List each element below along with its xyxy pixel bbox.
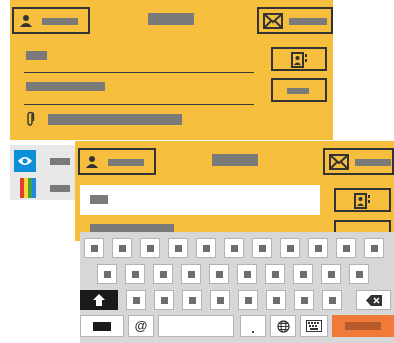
row1-key-4[interactable]: [168, 238, 188, 258]
eye-icon: [18, 157, 32, 165]
attachment-redacted[interactable]: [48, 114, 182, 125]
row1-key-10[interactable]: [336, 238, 356, 258]
globe-key[interactable]: [270, 315, 296, 337]
space-key[interactable]: [158, 315, 234, 337]
row3-key-2[interactable]: [154, 290, 174, 310]
row3-key-7[interactable]: [294, 290, 314, 310]
layout-key[interactable]: [80, 315, 124, 337]
front-title-redacted: [212, 154, 258, 166]
row2-key-1[interactable]: [97, 264, 117, 284]
row1-key-5[interactable]: [196, 238, 216, 258]
row3-key-3[interactable]: [182, 290, 202, 310]
row2-key-8[interactable]: [293, 264, 313, 284]
front-contacts-button[interactable]: [334, 188, 391, 212]
front-from-button[interactable]: [78, 148, 156, 175]
title-redacted: [148, 13, 194, 25]
app-label-redacted: [50, 158, 70, 165]
keyboard-hide-key[interactable]: [300, 315, 328, 337]
enter-key[interactable]: [332, 315, 394, 337]
row2-key-3[interactable]: [153, 264, 173, 284]
keyboard-icon: [306, 320, 322, 332]
row1-key-11[interactable]: [364, 238, 384, 258]
row2-key-6[interactable]: [237, 264, 257, 284]
backspace-icon: [366, 295, 382, 306]
cc-button-label-redacted: [287, 88, 309, 94]
cc-field-redacted[interactable]: [26, 82, 105, 91]
row2-key-9[interactable]: [321, 264, 341, 284]
palette-icon: [20, 178, 36, 198]
contact-book-icon: [354, 193, 370, 209]
row3-key-8[interactable]: [322, 290, 342, 310]
row1-key-8[interactable]: [280, 238, 300, 258]
app-label-redacted-2: [50, 185, 70, 192]
front-send-label-redacted: [355, 159, 391, 166]
to-input-text-redacted: [90, 195, 108, 204]
row1-key-2[interactable]: [112, 238, 132, 258]
send-button[interactable]: [257, 7, 333, 34]
contact-book-icon: [291, 52, 307, 68]
row2-key-10[interactable]: [349, 264, 369, 284]
backspace-key[interactable]: [356, 290, 391, 310]
app-item-palette[interactable]: [20, 178, 36, 198]
row2-key-2[interactable]: [125, 264, 145, 284]
shift-icon: [93, 294, 105, 306]
row1-key-3[interactable]: [140, 238, 160, 258]
shift-key[interactable]: [80, 290, 118, 310]
person-icon: [86, 156, 98, 168]
row1-key-1[interactable]: [84, 238, 104, 258]
envelope-icon: [329, 154, 349, 170]
at-key[interactable]: @: [128, 315, 154, 337]
row2-key-7[interactable]: [265, 264, 285, 284]
row1-key-6[interactable]: [224, 238, 244, 258]
row3-key-4[interactable]: [210, 290, 230, 310]
row3-key-5[interactable]: [238, 290, 258, 310]
to-field-redacted[interactable]: [26, 51, 47, 60]
front-from-label-redacted: [108, 159, 144, 166]
envelope-icon: [263, 13, 283, 29]
from-label-redacted: [42, 18, 78, 25]
front-send-button[interactable]: [323, 148, 394, 175]
to-underline: [24, 72, 254, 73]
layout-key-label: [93, 322, 111, 331]
row2-key-5[interactable]: [209, 264, 229, 284]
row3-key-1[interactable]: [126, 290, 146, 310]
period-key[interactable]: .: [240, 315, 266, 337]
row1-key-9[interactable]: [308, 238, 328, 258]
row3-key-6[interactable]: [266, 290, 286, 310]
paperclip-icon[interactable]: [26, 111, 36, 127]
row1-key-7[interactable]: [252, 238, 272, 258]
from-button[interactable]: [12, 7, 90, 34]
globe-icon: [277, 320, 290, 333]
contacts-button[interactable]: [271, 47, 327, 71]
enter-key-label-redacted: [345, 322, 381, 330]
row2-key-4[interactable]: [181, 264, 201, 284]
person-icon: [20, 15, 32, 27]
to-input[interactable]: [80, 185, 320, 215]
send-label-redacted: [289, 18, 327, 25]
cc-field-front-redacted[interactable]: [90, 224, 174, 232]
cc-button[interactable]: [271, 78, 327, 102]
app-item-eye[interactable]: [14, 150, 36, 172]
cc-underline: [24, 104, 254, 105]
